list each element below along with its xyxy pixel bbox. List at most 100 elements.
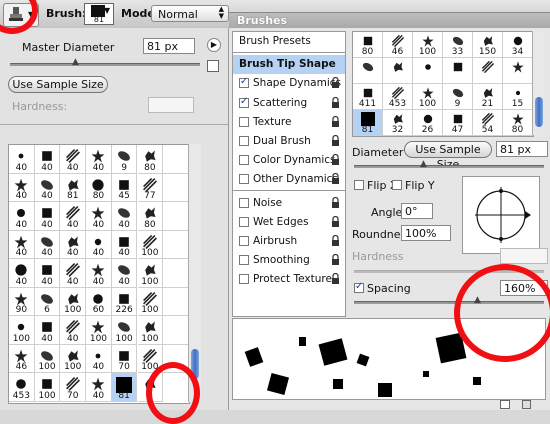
brush-preset-cell[interactable]: 40 xyxy=(86,259,112,288)
lock-icon[interactable] xyxy=(331,196,340,208)
brush-preset-cell[interactable]: 40 xyxy=(34,230,61,259)
tip-use-sample-size-button[interactable]: Use Sample Size xyxy=(404,141,492,171)
brush-setting-checkbox[interactable] xyxy=(239,236,249,246)
brush-setting-checkbox[interactable] xyxy=(239,116,249,127)
brush-settings-item[interactable]: Protect Texture xyxy=(233,270,345,289)
brush-preset-cell[interactable] xyxy=(163,230,189,259)
brush-setting-checkbox[interactable] xyxy=(239,76,249,89)
brush-preset-cell[interactable] xyxy=(163,316,189,345)
brush-preset-cell[interactable]: 100 xyxy=(137,230,164,259)
brush-settings-item[interactable]: Brush Presets xyxy=(233,32,345,53)
brush-tip-cell[interactable] xyxy=(503,58,533,84)
brush-preset-cell[interactable]: 100 xyxy=(9,316,35,345)
lock-icon[interactable] xyxy=(331,115,340,127)
brush-preset-cell[interactable]: 40 xyxy=(60,145,87,174)
brush-tip-cell[interactable]: 47 xyxy=(443,110,473,136)
brush-setting-checkbox[interactable] xyxy=(239,216,249,227)
brush-preset-cell[interactable]: 70 xyxy=(111,344,138,373)
brush-preset-cell[interactable]: 40 xyxy=(9,259,35,288)
brush-tip-cell[interactable]: 26 xyxy=(413,110,443,136)
brush-preset-cell[interactable]: 80 xyxy=(137,202,164,231)
brush-preset-cell[interactable]: 100 xyxy=(137,316,164,345)
preset-scrollbar[interactable] xyxy=(188,144,201,402)
spacing-checkbox[interactable] xyxy=(354,281,364,293)
brush-preset-cell[interactable]: 40 xyxy=(34,173,61,202)
brush-tip-cell[interactable]: 100 xyxy=(413,32,443,58)
diameter-slider[interactable] xyxy=(354,165,544,168)
brush-preset-cell[interactable]: 60 xyxy=(86,287,112,316)
brush-settings-item[interactable]: Shape Dynamics xyxy=(233,74,345,93)
brush-preset-cell[interactable]: 80 xyxy=(137,145,164,174)
brush-setting-checkbox[interactable] xyxy=(239,274,249,285)
lock-icon[interactable] xyxy=(331,273,340,285)
brush-tip-cell[interactable]: 21 xyxy=(473,84,503,110)
brush-preset-cell[interactable]: 100 xyxy=(34,373,61,402)
brush-preset-cell[interactable] xyxy=(163,287,189,316)
brush-preset-cell[interactable]: 40 xyxy=(60,202,87,231)
angle-field[interactable]: 0° xyxy=(401,203,433,219)
slider-thumb-icon[interactable]: ▲ xyxy=(72,57,79,67)
flip-y-checkbox[interactable] xyxy=(392,180,402,190)
brush-preset-cell[interactable]: 40 xyxy=(111,230,138,259)
lock-icon[interactable] xyxy=(331,173,340,185)
brush-preset-cell[interactable]: 77 xyxy=(137,173,164,202)
brush-preset-cell[interactable]: 40 xyxy=(9,202,35,231)
diameter-field[interactable]: 81 px xyxy=(496,141,548,157)
brush-tip-cell[interactable]: 34 xyxy=(503,32,533,58)
brush-preset-cell[interactable] xyxy=(163,173,189,202)
diameter-slider-thumb-icon[interactable]: ▲ xyxy=(420,159,427,169)
brush-preset-cell[interactable]: 100 xyxy=(60,287,87,316)
brush-tip-cell[interactable]: 80 xyxy=(353,32,383,58)
panel-menu-arrow-icon[interactable]: ▶ xyxy=(207,38,221,52)
brush-settings-item[interactable]: Scattering xyxy=(233,94,345,113)
brush-preset-cell[interactable] xyxy=(163,259,189,288)
brush-preset-cell[interactable]: 6 xyxy=(34,287,61,316)
new-preset-icon[interactable] xyxy=(207,60,219,72)
brush-preset-cell[interactable]: 81 xyxy=(60,173,87,202)
brush-tip-cell[interactable]: 54 xyxy=(473,110,503,136)
brush-settings-item[interactable]: Noise xyxy=(233,194,345,213)
brush-tip-cell[interactable]: 32 xyxy=(383,110,413,136)
lock-icon[interactable] xyxy=(331,215,340,227)
brush-preset-cell[interactable]: 40 xyxy=(86,202,112,231)
mode-select[interactable]: Normal ▲ ▼ xyxy=(151,5,229,22)
brush-preset-cell[interactable]: 453 xyxy=(9,373,35,402)
brush-preset-cell[interactable]: 40 xyxy=(86,373,112,402)
brush-tip-cell[interactable] xyxy=(473,58,503,84)
brush-settings-item[interactable]: Wet Edges xyxy=(233,213,345,232)
roundness-field[interactable]: 100% xyxy=(401,225,451,241)
lock-icon[interactable] xyxy=(331,96,340,108)
brush-settings-item[interactable]: Texture xyxy=(233,113,345,132)
brush-preset-cell[interactable]: 40 xyxy=(34,316,61,345)
brush-preset-cell[interactable]: 40 xyxy=(9,145,35,174)
brush-tip-cell[interactable] xyxy=(443,58,473,84)
brush-preset-cell[interactable]: 100 xyxy=(111,316,138,345)
tip-scrollbar[interactable] xyxy=(532,31,545,135)
brush-preset-cell[interactable] xyxy=(163,145,189,174)
lock-icon[interactable] xyxy=(331,234,340,246)
lock-icon[interactable] xyxy=(331,154,340,166)
master-diameter-field[interactable]: 81 px xyxy=(143,38,195,54)
brush-angle-widget[interactable] xyxy=(462,176,540,254)
brush-preset-cell[interactable]: 226 xyxy=(111,287,138,316)
lock-icon[interactable] xyxy=(331,254,340,266)
lock-icon[interactable] xyxy=(331,134,340,146)
brush-setting-checkbox[interactable] xyxy=(239,197,249,208)
brush-tip-cell[interactable]: 46 xyxy=(383,32,413,58)
brush-preset-cell[interactable]: 45 xyxy=(111,173,138,202)
brush-tip-cell[interactable] xyxy=(353,58,383,84)
lock-icon[interactable] xyxy=(331,77,340,89)
brush-preset-cell[interactable]: 40 xyxy=(60,259,87,288)
brush-settings-item[interactable]: Color Dynamics xyxy=(233,151,345,170)
brush-tip-cell[interactable]: 80 xyxy=(503,110,533,136)
brush-preset-cell[interactable]: 100 xyxy=(34,344,61,373)
brush-preset-cell[interactable]: 40 xyxy=(60,230,87,259)
brush-preset-cell[interactable]: 40 xyxy=(111,202,138,231)
brush-tip-cell[interactable]: 33 xyxy=(443,32,473,58)
brush-preset-cell[interactable]: 100 xyxy=(137,259,164,288)
master-diameter-slider[interactable] xyxy=(10,63,200,66)
brush-preset-cell[interactable]: 40 xyxy=(111,259,138,288)
brush-setting-checkbox[interactable] xyxy=(239,136,249,146)
brush-tip-cell[interactable]: 411 xyxy=(353,84,383,110)
brush-tip-cell[interactable]: 100 xyxy=(413,84,443,110)
